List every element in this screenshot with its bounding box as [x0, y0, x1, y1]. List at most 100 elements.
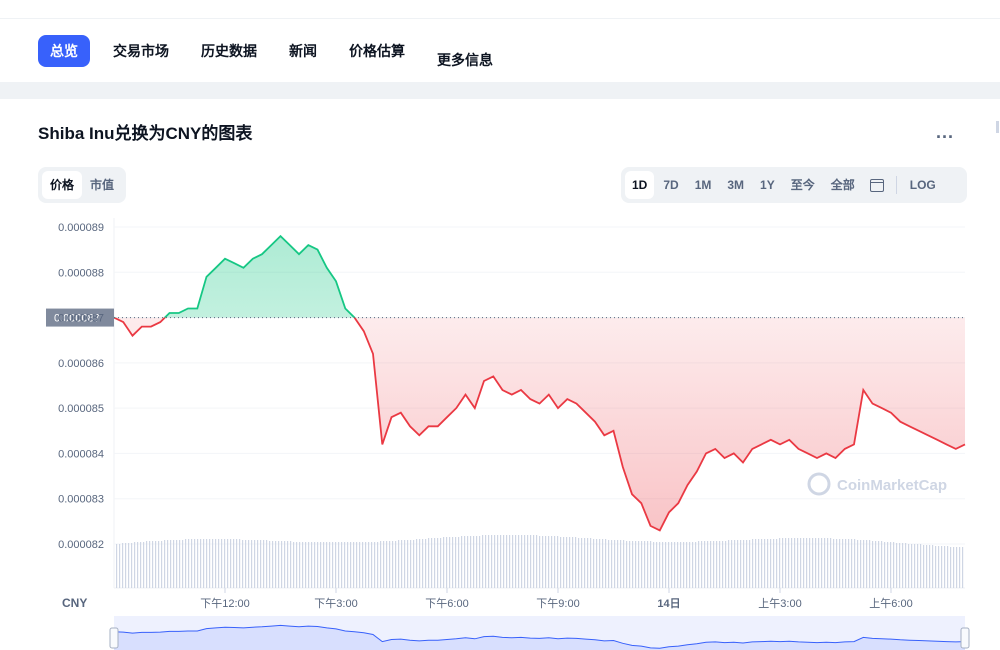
volume-bar — [371, 542, 373, 588]
volume-bar — [461, 536, 463, 588]
volume-bar — [563, 537, 565, 588]
volume-bar — [584, 538, 586, 588]
volume-bar — [392, 541, 394, 588]
volume-bar — [905, 543, 907, 588]
volume-bar — [626, 541, 628, 588]
volume-bar — [641, 541, 643, 588]
volume-bar — [803, 538, 805, 588]
volume-bar — [827, 538, 829, 588]
volume-bar — [923, 545, 925, 588]
volume-bar — [860, 540, 862, 588]
volume-bar — [290, 541, 292, 588]
volume-bar — [521, 535, 523, 588]
volume-bar — [611, 540, 613, 588]
volume-bar — [257, 540, 259, 588]
volume-bar — [212, 539, 214, 588]
range-navigator[interactable] — [109, 616, 970, 650]
volume-bar — [854, 539, 856, 588]
navigator-handle-right[interactable] — [960, 627, 970, 649]
volume-bar — [908, 544, 910, 588]
y-axis-ticks: 0.000089 0.000088 0.000087 0.000086 0.000085… — [58, 222, 104, 551]
volume-bar — [617, 540, 619, 588]
volume-bar — [149, 541, 151, 588]
volume-bar — [194, 539, 196, 588]
volume-bar — [698, 541, 700, 588]
volume-bar — [224, 539, 226, 588]
volume-bar — [845, 539, 847, 588]
volume-bar — [947, 546, 949, 588]
volume-bar — [422, 539, 424, 588]
volume-bar — [701, 541, 703, 588]
volume-bar — [632, 541, 634, 588]
volume-bar — [140, 542, 142, 588]
volume-bar — [134, 542, 136, 588]
volume-bar — [650, 541, 652, 588]
volume-bar — [719, 541, 721, 588]
volume-bar — [932, 545, 934, 588]
volume-bar — [509, 535, 511, 588]
volume-bar — [593, 539, 595, 588]
volume-bar — [401, 540, 403, 588]
volume-bar — [560, 537, 562, 588]
volume-bar — [668, 542, 670, 588]
volume-bar — [185, 539, 187, 588]
volume-bar — [374, 542, 376, 588]
volume-bar — [338, 542, 340, 588]
volume-bar — [332, 542, 334, 588]
volume-bar — [152, 541, 154, 588]
volume-bar — [362, 542, 364, 588]
volume-bar — [221, 539, 223, 588]
volume-bar — [887, 542, 889, 588]
volume-bar — [377, 542, 379, 588]
volume-bar — [437, 538, 439, 588]
volume-bar — [380, 541, 382, 588]
volume-bar — [536, 535, 538, 588]
volume-bar — [251, 540, 253, 588]
volume-bar — [869, 540, 871, 588]
volume-bar — [440, 538, 442, 588]
volume-bars — [116, 535, 964, 588]
volume-bar — [542, 536, 544, 588]
volume-bar — [953, 547, 955, 588]
price-chart[interactable]: CoinMarketCap 0.000087 0.0000890.0000880… — [0, 0, 1000, 650]
volume-bar — [863, 540, 865, 588]
volume-bar — [557, 536, 559, 588]
volume-bar — [128, 543, 130, 588]
volume-bar — [311, 542, 313, 588]
x-tick-label: 下午9:00 — [536, 597, 579, 610]
volume-bar — [428, 538, 430, 588]
volume-bar — [647, 541, 649, 588]
volume-bar — [692, 542, 694, 588]
volume-bar — [395, 541, 397, 588]
volume-bar — [605, 539, 607, 588]
volume-bar — [872, 541, 874, 588]
x-tick-label: 下午12:00 — [200, 597, 250, 610]
volume-bar — [545, 536, 547, 588]
navigator-handle-left[interactable] — [109, 627, 119, 649]
volume-bar — [326, 542, 328, 588]
volume-bar — [926, 545, 928, 588]
volume-bar — [635, 541, 637, 588]
volume-bar — [272, 541, 274, 588]
volume-bar — [935, 546, 937, 588]
volume-bar — [623, 540, 625, 588]
volume-bar — [614, 540, 616, 588]
volume-bar — [449, 537, 451, 588]
volume-bar — [329, 542, 331, 588]
x-axis-ticks: CNY 下午12:00 下午3:00 下午6:00 下午9:00 14日 上午3:00 上午6… — [62, 588, 913, 610]
volume-bar — [836, 539, 838, 588]
volume-bar — [470, 536, 472, 588]
volume-bar — [857, 540, 859, 588]
volume-bar — [359, 542, 361, 588]
volume-bar — [233, 539, 235, 588]
volume-bar — [680, 542, 682, 588]
volume-bar — [962, 547, 964, 588]
volume-bar — [644, 541, 646, 588]
coinmarketcap-logo-icon — [807, 472, 831, 496]
volume-bar — [776, 539, 778, 588]
volume-bar — [653, 542, 655, 588]
volume-bar — [878, 541, 880, 588]
volume-bar — [389, 541, 391, 588]
volume-bar — [746, 540, 748, 588]
volume-bar — [191, 539, 193, 588]
